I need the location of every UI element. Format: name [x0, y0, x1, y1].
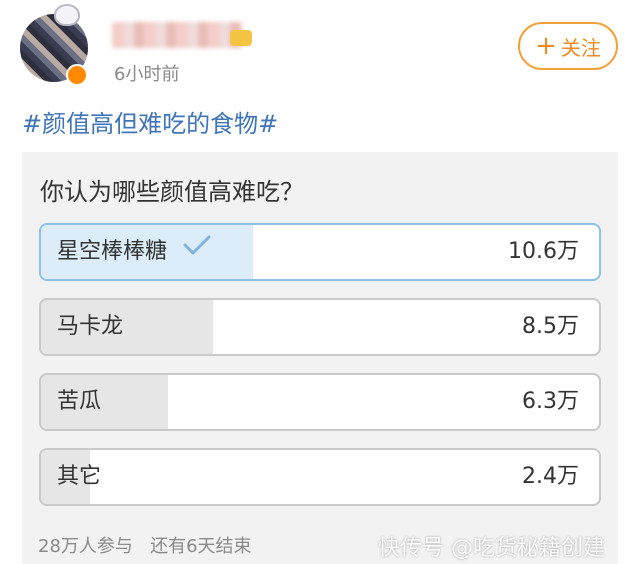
poll-participants: 28万人参与: [38, 536, 133, 557]
poll-card: 你认为哪些颜值高难吃？ 星空棒棒糖 10.6万 马卡龙 8.5万 苦瓜 6.3万…: [22, 152, 618, 564]
poll-remaining: 还有6天结束: [150, 536, 252, 557]
option-3-label: 苦瓜: [57, 389, 102, 414]
poll-option-1[interactable]: 星空棒棒糖 10.6万: [39, 223, 601, 281]
vip-badge-icon: [230, 30, 252, 46]
follow-button[interactable]: + 关注: [518, 22, 618, 70]
poll-footer: 28万人参与 还有6天结束: [38, 532, 252, 558]
plus-icon: +: [535, 31, 557, 61]
poll-question: 你认为哪些颜值高难吃？: [40, 178, 304, 206]
option-4-count: 2.4万: [522, 464, 579, 489]
follow-label: 关注: [560, 35, 601, 60]
verified-badge-icon: [66, 64, 88, 86]
option-1-count: 10.6万: [508, 239, 579, 264]
post-time: 6小时前: [114, 64, 180, 85]
option-2-label: 马卡龙: [57, 314, 124, 339]
option-4-label: 其它: [57, 464, 102, 489]
poll-option-2[interactable]: 马卡龙 8.5万: [39, 298, 601, 356]
avatar-pendant-icon: [54, 4, 80, 26]
option-1-label: 星空棒棒糖: [57, 239, 168, 264]
option-3-count: 6.3万: [522, 389, 579, 414]
option-2-count: 8.5万: [522, 314, 579, 339]
poll-option-4[interactable]: 其它 2.4万: [39, 448, 601, 506]
watermark: 快传号 @吃货秘籍创建: [378, 536, 605, 561]
checkmark-icon: [182, 225, 212, 277]
hashtag-link[interactable]: #颜值高但难吃的食物#: [22, 104, 278, 139]
poll-option-3[interactable]: 苦瓜 6.3万: [39, 373, 601, 431]
username-blurred[interactable]: [112, 22, 242, 48]
